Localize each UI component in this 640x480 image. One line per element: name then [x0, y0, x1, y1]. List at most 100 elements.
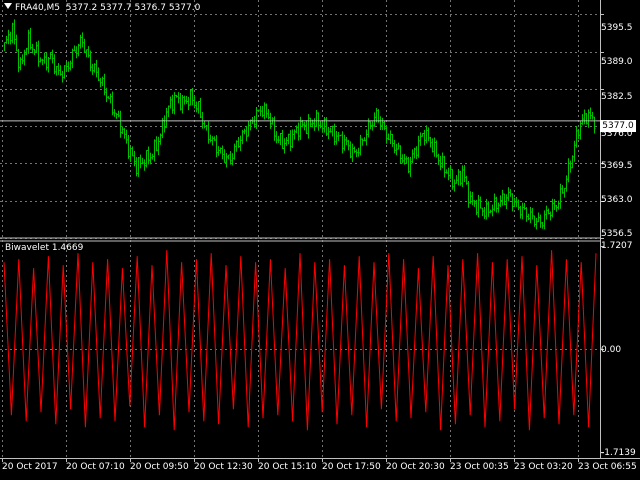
price-bar [189, 89, 192, 106]
price-bar [555, 204, 558, 212]
price-bar [223, 149, 226, 163]
price-bar [589, 107, 592, 120]
price-bar [133, 150, 136, 167]
price-bar [443, 155, 446, 178]
price-bar [565, 175, 568, 192]
price-bar [477, 194, 480, 218]
price-bar [221, 145, 224, 160]
price-bar [395, 143, 398, 156]
price-bar [371, 121, 374, 131]
price-bar [421, 133, 424, 137]
price-bar [515, 196, 518, 207]
price-bar [41, 58, 44, 65]
price-bar [409, 156, 412, 177]
price-bar [359, 134, 362, 156]
price-bar [191, 87, 194, 106]
price-bar [591, 112, 594, 120]
price-bar [435, 140, 438, 158]
price-bar [319, 121, 322, 129]
price-bar [45, 52, 48, 71]
price-bar [491, 204, 494, 217]
time-axis-label: 20 Oct 17:50 [322, 462, 381, 472]
price-bar [351, 143, 354, 163]
price-bar [459, 170, 462, 186]
price-bar [419, 132, 422, 146]
price-bar [513, 197, 516, 208]
price-bar [309, 117, 312, 127]
price-bar [253, 116, 256, 128]
price-bar [3, 41, 6, 52]
price-bar [469, 191, 472, 204]
price-bar [113, 109, 116, 117]
price-bar [539, 214, 542, 228]
price-bar [287, 133, 290, 145]
price-bar [437, 153, 440, 165]
price-bar [533, 215, 536, 227]
price-bar [179, 93, 182, 111]
price-bar [257, 109, 260, 112]
price-bar [291, 129, 294, 149]
price-bar [583, 109, 586, 125]
price-bar [89, 50, 92, 72]
price-bar [523, 202, 526, 210]
price-bar [163, 115, 166, 133]
price-bar [101, 76, 104, 87]
indicator-axis-label: 1.7207 [601, 241, 633, 251]
caret-down-icon[interactable] [4, 3, 12, 9]
price-axis-label: 5395.5 [601, 23, 633, 33]
price-bar [525, 207, 528, 222]
price-bar [413, 147, 416, 159]
price-bar [155, 136, 158, 152]
price-bar [529, 206, 532, 224]
price-bar [331, 125, 334, 137]
price-bar [99, 77, 102, 88]
price-bar [19, 57, 22, 71]
price-bar [553, 199, 556, 211]
price-bar [397, 142, 400, 150]
price-bar [37, 40, 40, 67]
chart-header: FRA40,M5 5377.2 5377.7 5376.7 5377.0 [4, 3, 200, 13]
price-bar [561, 185, 564, 194]
indicator-axis-label: -1.7139 [601, 448, 636, 458]
price-bar [449, 165, 452, 179]
time-axis-label: 20 Oct 12:30 [194, 462, 253, 472]
price-bar [447, 167, 450, 181]
time-axis-label: 20 Oct 20:30 [386, 462, 445, 472]
price-bar [69, 60, 72, 71]
price-bar [343, 134, 346, 151]
price-bar [431, 138, 434, 153]
price-bar [475, 199, 478, 216]
price-bar [11, 22, 14, 44]
price-bar [261, 105, 264, 118]
price-bar [135, 157, 138, 177]
price-bar [79, 34, 82, 49]
price-bar [451, 168, 454, 190]
price-bar [537, 212, 540, 223]
price-bar [71, 48, 74, 69]
price-bar [137, 157, 140, 177]
price-bar [73, 45, 76, 52]
price-bar [471, 191, 474, 206]
price-bar [297, 122, 300, 141]
price-bar [441, 152, 444, 169]
price-bar [175, 94, 178, 98]
price-bar [209, 134, 212, 143]
price-bar [229, 151, 232, 165]
price-bar [543, 210, 546, 230]
price-bar [103, 73, 106, 96]
price-bar [579, 121, 582, 140]
price-bar [43, 52, 46, 64]
price-bar [193, 95, 196, 109]
price-bar [117, 110, 120, 118]
price-bar [313, 118, 316, 131]
price-bar [369, 121, 372, 130]
chart-canvas[interactable] [0, 0, 640, 480]
price-bar [445, 169, 448, 174]
price-bar [329, 127, 332, 133]
price-bar [277, 135, 280, 143]
price-bar [417, 135, 420, 158]
price-bar [353, 146, 356, 153]
price-bar [159, 133, 162, 145]
price-bar [593, 116, 596, 134]
price-bar [39, 57, 42, 63]
